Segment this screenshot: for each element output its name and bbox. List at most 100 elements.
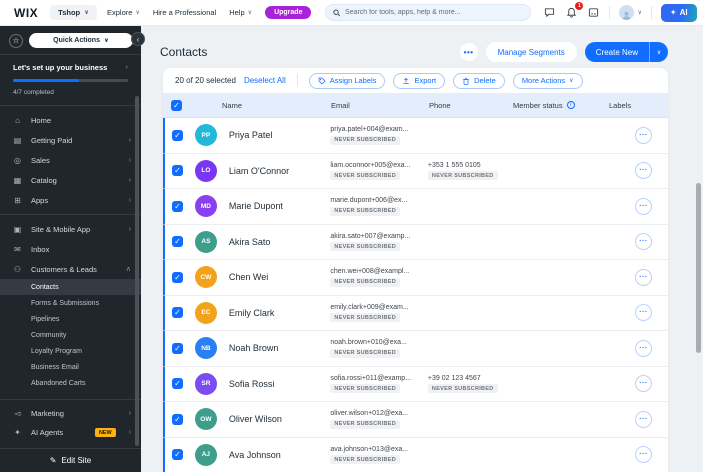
sidebar-item-apps[interactable]: ⊞ Apps › <box>0 190 141 210</box>
contact-name: Marie Dupont <box>228 201 283 212</box>
table-row[interactable]: ✓ AS Akira Sato akira.sato+007@examp... N… <box>163 224 668 260</box>
account-menu[interactable]: ∨ <box>619 5 642 20</box>
row-actions-button[interactable]: ··· <box>635 446 652 464</box>
deselect-all-link[interactable]: Deselect All <box>244 76 286 85</box>
more-actions-button[interactable]: More Actions ∨ <box>512 72 583 89</box>
table-row[interactable]: ✓ MD Marie Dupont marie.dupont+006@ex...… <box>163 189 668 225</box>
sidebar-item-catalog[interactable]: ▦ Catalog › <box>0 170 141 190</box>
contact-name: Oliver Wilson <box>228 414 282 425</box>
export-button[interactable]: Export <box>393 72 446 89</box>
column-header-email[interactable]: Email <box>331 101 429 110</box>
create-new-dropdown[interactable]: ∨ <box>650 42 668 62</box>
sidebar-item-community[interactable]: Community <box>0 327 141 343</box>
chevron-right-icon: › <box>128 225 131 233</box>
row-checkbox[interactable]: ✓ <box>171 236 183 248</box>
sidebar-item-site-mobile-app[interactable]: ▣ Site & Mobile App › <box>0 219 141 239</box>
row-actions-button[interactable]: ··· <box>635 410 652 428</box>
row-actions-button[interactable]: ··· <box>635 375 652 393</box>
nav-help[interactable]: Help ∨ <box>229 8 252 17</box>
sidebar-item-inbox[interactable]: ✉ Inbox <box>0 239 141 259</box>
sidebar-item-home[interactable]: ⌂ Home <box>0 110 141 130</box>
row-actions-button[interactable]: ··· <box>635 268 652 286</box>
search-input[interactable] <box>344 9 524 16</box>
ai-assistant-button[interactable]: ✦ AI <box>660 3 697 22</box>
row-checkbox[interactable]: ✓ <box>171 200 183 212</box>
site-selector[interactable]: Tshop ∨ <box>50 5 97 20</box>
row-actions-button[interactable]: ··· <box>635 304 652 322</box>
nav-explore[interactable]: Explore ∨ <box>107 8 140 17</box>
row-actions-button[interactable]: ··· <box>635 233 652 251</box>
email-subscription-badge: NEVER SUBSCRIBED <box>330 135 400 145</box>
notifications-bell-icon[interactable]: 1 <box>565 2 584 19</box>
row-checkbox[interactable]: ✓ <box>171 413 183 425</box>
table-row[interactable]: ✓ SR Sofia Rossi sofia.rossi+011@examp..… <box>163 366 668 402</box>
setup-completed-text: 4/7 completed <box>13 89 54 96</box>
info-icon[interactable]: i <box>566 101 575 109</box>
row-actions-button[interactable]: ··· <box>635 162 652 180</box>
chevron-right-icon: › <box>125 64 128 71</box>
table-row[interactable]: ✓ CW Chen Wei chen.wei+008@exampl... NEVE… <box>163 260 668 296</box>
email-subscription-badge: NEVER SUBSCRIBED <box>330 242 400 251</box>
table-row[interactable]: ✓ OW Oliver Wilson oliver.wilson+012@exa… <box>163 402 668 438</box>
table-row[interactable]: ✓ NB Noah Brown noah.brown+010@exa... NEV… <box>163 331 668 367</box>
check-icon: ✓ <box>174 343 181 353</box>
table-row[interactable]: ✓ LO Liam O'Connor liam.oconnor+005@exa.… <box>163 153 668 189</box>
favorites-star-icon[interactable]: ☆ <box>9 33 23 48</box>
upgrade-button[interactable]: Upgrade <box>265 6 312 19</box>
quick-actions-label: Quick Actions <box>53 37 100 44</box>
edit-site-button[interactable]: ✎ Edit Site <box>0 448 141 472</box>
row-actions-button[interactable]: ··· <box>635 339 652 357</box>
row-checkbox[interactable]: ✓ <box>171 271 183 283</box>
sidebar-item-ai-agents[interactable]: ✦ AI Agents NEW › <box>0 423 141 442</box>
sidebar-item-business-email[interactable]: Business Email <box>0 359 141 375</box>
column-header-name[interactable]: Name <box>190 101 331 110</box>
sidebar-item-customers-leads[interactable]: ⚇ Customers & Leads ∧ <box>0 259 141 279</box>
assign-labels-button[interactable]: Assign Labels <box>308 72 386 89</box>
email-subscription-badge: NEVER SUBSCRIBED <box>330 206 400 216</box>
page-scrollbar[interactable] <box>696 183 701 353</box>
sidebar-scrollbar[interactable] <box>135 96 139 446</box>
row-checkbox[interactable]: ✓ <box>171 378 183 390</box>
ai-sparkle-icon: ✦ <box>14 428 21 437</box>
nav-hire-a-professional[interactable]: Hire a Professional <box>153 8 216 17</box>
column-header-phone[interactable]: Phone <box>429 101 513 110</box>
sidebar-item-getting-paid[interactable]: ▤ Getting Paid › <box>0 130 141 150</box>
page-title: Contacts <box>160 45 208 59</box>
row-checkbox[interactable]: ✓ <box>171 165 183 177</box>
row-checkbox[interactable]: ✓ <box>171 342 183 354</box>
new-badge: NEW <box>94 428 116 437</box>
row-actions-button[interactable]: ··· <box>635 126 652 144</box>
row-checkbox[interactable]: ✓ <box>171 307 183 319</box>
contact-name: Noah Brown <box>228 343 279 354</box>
sidebar-item-label: Home <box>31 115 52 125</box>
row-checkbox[interactable]: ✓ <box>171 129 183 141</box>
setup-progress-section[interactable]: Let's set up your business › 4/7 complet… <box>0 55 141 105</box>
manage-segments-button[interactable]: Manage Segments <box>485 42 577 62</box>
sidebar-item-forms-submissions[interactable]: Forms & Submissions <box>0 295 141 311</box>
create-new-label[interactable]: Create New <box>585 42 650 62</box>
delete-button[interactable]: Delete <box>453 72 505 89</box>
quick-actions-button[interactable]: Quick Actions ∨ <box>29 33 133 48</box>
create-new-button[interactable]: Create New ∨ <box>584 42 668 62</box>
table-row[interactable]: ✓ EC Emily Clark emily.clark+009@exam...… <box>163 295 668 331</box>
global-search[interactable] <box>325 4 532 21</box>
sidebar-item-pipelines[interactable]: Pipelines <box>0 311 141 327</box>
row-actions-button[interactable]: ··· <box>635 197 652 215</box>
check-icon: ✓ <box>174 237 181 247</box>
sidebar-item-loyalty-program[interactable]: Loyalty Program <box>0 343 141 359</box>
nav-hire-label: Hire a Professional <box>152 8 217 17</box>
select-all-checkbox[interactable]: ✓ <box>171 99 182 111</box>
sidebar-item-abandoned-carts[interactable]: Abandoned Carts <box>0 375 141 391</box>
sidebar-item-sales[interactable]: ◎ Sales › <box>0 150 141 170</box>
table-row[interactable]: ✓ AJ Ava Johnson ava.johnson+013@exa... N… <box>163 437 668 472</box>
sidebar-item-contacts[interactable]: Contacts <box>0 279 141 295</box>
sidebar-item-marketing[interactable]: ◅ Marketing › <box>0 404 141 423</box>
chat-icon[interactable] <box>543 6 556 19</box>
row-checkbox[interactable]: ✓ <box>171 449 183 461</box>
table-row[interactable]: ✓ PP Priya Patel priya.patel+004@exam...… <box>163 118 668 154</box>
email-subscription-badge: NEVER SUBSCRIBED <box>330 419 400 429</box>
page-more-actions-button[interactable]: ••• <box>459 43 478 61</box>
column-header-labels[interactable]: Labels <box>601 101 668 110</box>
panel-icon[interactable] <box>587 6 600 19</box>
column-header-member-status[interactable]: Member status <box>513 101 563 110</box>
